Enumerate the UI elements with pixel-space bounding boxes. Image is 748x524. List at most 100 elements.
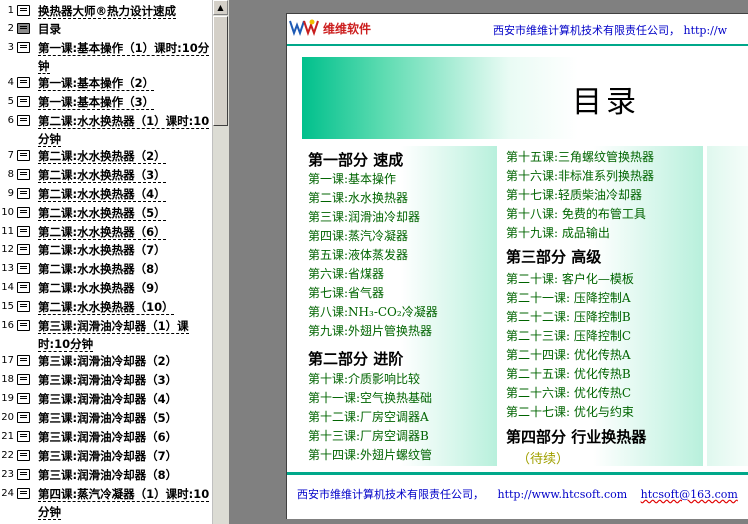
slide-title: 目录 <box>572 85 640 120</box>
lesson-item: 第十二课:厂房空调器A <box>308 410 429 424</box>
slide-icon[interactable] <box>17 301 30 312</box>
slide-number: 21 <box>1 431 14 442</box>
lesson-item: 第三课:润滑油冷却器 <box>308 210 421 224</box>
slide-number: 24 <box>1 488 14 499</box>
slide-number: 9 <box>7 188 14 199</box>
section-title: 第三部分 高级 <box>506 248 602 266</box>
slide-number: 4 <box>7 77 14 88</box>
slide-title-text: 第二课:水水换热器（2） <box>38 149 166 164</box>
slide-title-text: 第二课:水水换热器（1）课时:10分钟 <box>38 114 210 147</box>
toc-column-1: 第一部分 速成第一课:基本操作 第二课:水水换热器 第三课:润滑油冷却器 第四课:蒸汽… <box>305 146 497 466</box>
lesson-item: 第十课:介质影响比较 <box>308 372 421 386</box>
slide-icon[interactable] <box>17 431 30 442</box>
slide-icon[interactable] <box>17 188 30 199</box>
slide-number: 10 <box>1 207 14 218</box>
lesson-item: 第九课:外翅片管换热器 <box>308 324 433 338</box>
slide-icon[interactable] <box>17 207 30 218</box>
scrollbar-thumb[interactable] <box>213 16 228 126</box>
lesson-item: 第二课:水水换热器 <box>308 191 409 205</box>
section-title: 第一部分 速成 <box>308 151 404 169</box>
slide-icon[interactable] <box>17 150 30 161</box>
slide-icon[interactable] <box>17 77 30 88</box>
slide-icon[interactable] <box>17 263 30 274</box>
lesson-item: 第一课:基本操作 <box>308 172 397 186</box>
section-title: 第四部分 行业换热器 <box>506 428 647 446</box>
slide-title-text: 第二课:水水换热器（10） <box>38 300 174 315</box>
slide-number: 6 <box>7 115 14 126</box>
slide-number: 3 <box>7 42 14 53</box>
lesson-item: 第五课:液体蒸发器 <box>308 248 409 262</box>
title-banner: 目录 <box>302 57 748 139</box>
slide-title-text: 第一课:基本操作（1）课时:10分钟 <box>38 41 210 74</box>
slide-number: 20 <box>1 412 14 423</box>
slide-canvas[interactable]: 维维软件 西安市维维计算机技术有限责任公司， http://w 目录 第一部分 … <box>286 13 748 519</box>
slide-icon[interactable] <box>17 5 30 16</box>
lesson-item: 第二十五课: 优化传热B <box>506 367 631 381</box>
slide-number: 15 <box>1 301 14 312</box>
slide-title-text: 第一课:基本操作（2） <box>38 76 155 91</box>
outline-slide-16[interactable]: 16 第三课:润滑油冷却器（1）课时:10分钟 <box>0 317 212 353</box>
lesson-item: 第二十六课: 优化传热C <box>506 386 632 400</box>
slide-number: 12 <box>1 244 14 255</box>
slide-number: 2 <box>7 23 14 34</box>
slide-icon[interactable] <box>17 355 30 366</box>
outline-slide-6[interactable]: 6 第二课:水水换热器（1）课时:10分钟 <box>0 112 212 148</box>
lesson-item: 第四课:蒸汽冷凝器 <box>308 229 409 243</box>
slide-icon[interactable] <box>17 320 30 331</box>
footer-divider <box>287 472 748 475</box>
section-title: 第二部分 进阶 <box>308 350 404 368</box>
slide-icon[interactable] <box>17 412 30 423</box>
logo-icon <box>289 19 319 36</box>
slide-number: 7 <box>7 150 14 161</box>
slide-number: 8 <box>7 169 14 180</box>
slide-title-text: 第三课:润滑油冷却器（1）课时:10分钟 <box>38 319 189 352</box>
slide-header: 维维软件 西安市维维计算机技术有限责任公司， http://w <box>287 14 748 44</box>
scroll-up-icon[interactable]: ▲ <box>213 0 228 15</box>
slide-icon[interactable] <box>17 393 30 404</box>
slide-number: 23 <box>1 469 14 480</box>
outline-scrollbar[interactable]: ▲ <box>212 0 229 524</box>
lesson-item: 第十七课:轻质柴油冷却器 <box>506 188 643 202</box>
slide-title-text: 第三课:润滑油冷却器（6） <box>38 430 178 444</box>
lesson-item: 第十三课:厂房空调器B <box>308 429 429 443</box>
lesson-item: 第六课:省煤器 <box>308 267 385 281</box>
slide-number: 19 <box>1 393 14 404</box>
lesson-item: 第二十四课: 优化传热A <box>506 348 631 362</box>
slide-title-text: 第二课:水水换热器（8） <box>38 262 166 276</box>
slide-number: 13 <box>1 263 14 274</box>
continued-note: （待续） <box>517 452 570 467</box>
lesson-item: 第七课:省气器 <box>308 286 385 300</box>
slide-title-text: 换热器大师®热力设计速成 <box>38 4 176 19</box>
slide-icon[interactable] <box>17 96 30 107</box>
outline-slide-24[interactable]: 24 第四课:蒸汽冷凝器（1）课时:10分钟 <box>0 485 212 521</box>
slide-icon[interactable] <box>17 169 30 180</box>
slide-icon[interactable] <box>17 226 30 237</box>
slide-icon[interactable] <box>17 374 30 385</box>
slide-title-text: 第二课:水水换热器（4） <box>38 187 166 202</box>
slide-icon[interactable] <box>17 23 30 34</box>
footer-company: 西安市维维计算机技术有限责任公司， <box>297 488 484 501</box>
slide-title-text: 第三课:润滑油冷却器（4） <box>38 392 178 406</box>
slide-outline-pane: 1 换热器大师®热力设计速成 2 目录 3 第一课:基本操作（1）课时:10分钟 4 第一课:… <box>0 0 212 524</box>
slide-title-text: 第二课:水水换热器（3） <box>38 168 166 183</box>
lesson-item: 第十六课:非标准系列换热器 <box>506 169 655 183</box>
slide-icon[interactable] <box>17 450 30 461</box>
header-divider <box>287 44 748 46</box>
footer-email: htcsoft@163.com <box>640 488 738 501</box>
slide-title-text: 第二课:水水换热器（7） <box>38 243 166 257</box>
slide-icon[interactable] <box>17 42 30 53</box>
toc-column-3 <box>707 146 748 466</box>
slide-title-text: 第三课:润滑油冷却器（3） <box>38 373 178 387</box>
slide-icon[interactable] <box>17 115 30 126</box>
slide-icon[interactable] <box>17 469 30 480</box>
lesson-item: 第二十三课: 压降控制C <box>506 329 632 343</box>
slide-title-text: 目录 <box>38 22 61 36</box>
toc-column-2: 第十五课:三角螺纹管换热器 第十六课:非标准系列换热器 第十七课:轻质柴油冷却器 第十… <box>503 146 703 467</box>
outline-slide-3[interactable]: 3 第一课:基本操作（1）课时:10分钟 <box>0 39 212 75</box>
lesson-item: 第二十一课: 压降控制A <box>506 291 631 305</box>
slide-icon[interactable] <box>17 282 30 293</box>
lesson-item: 第二十七课: 优化与约束 <box>506 405 634 419</box>
slide-icon[interactable] <box>17 488 30 499</box>
slide-icon[interactable] <box>17 244 30 255</box>
slide-title-text: 第三课:润滑油冷却器（7） <box>38 449 178 463</box>
